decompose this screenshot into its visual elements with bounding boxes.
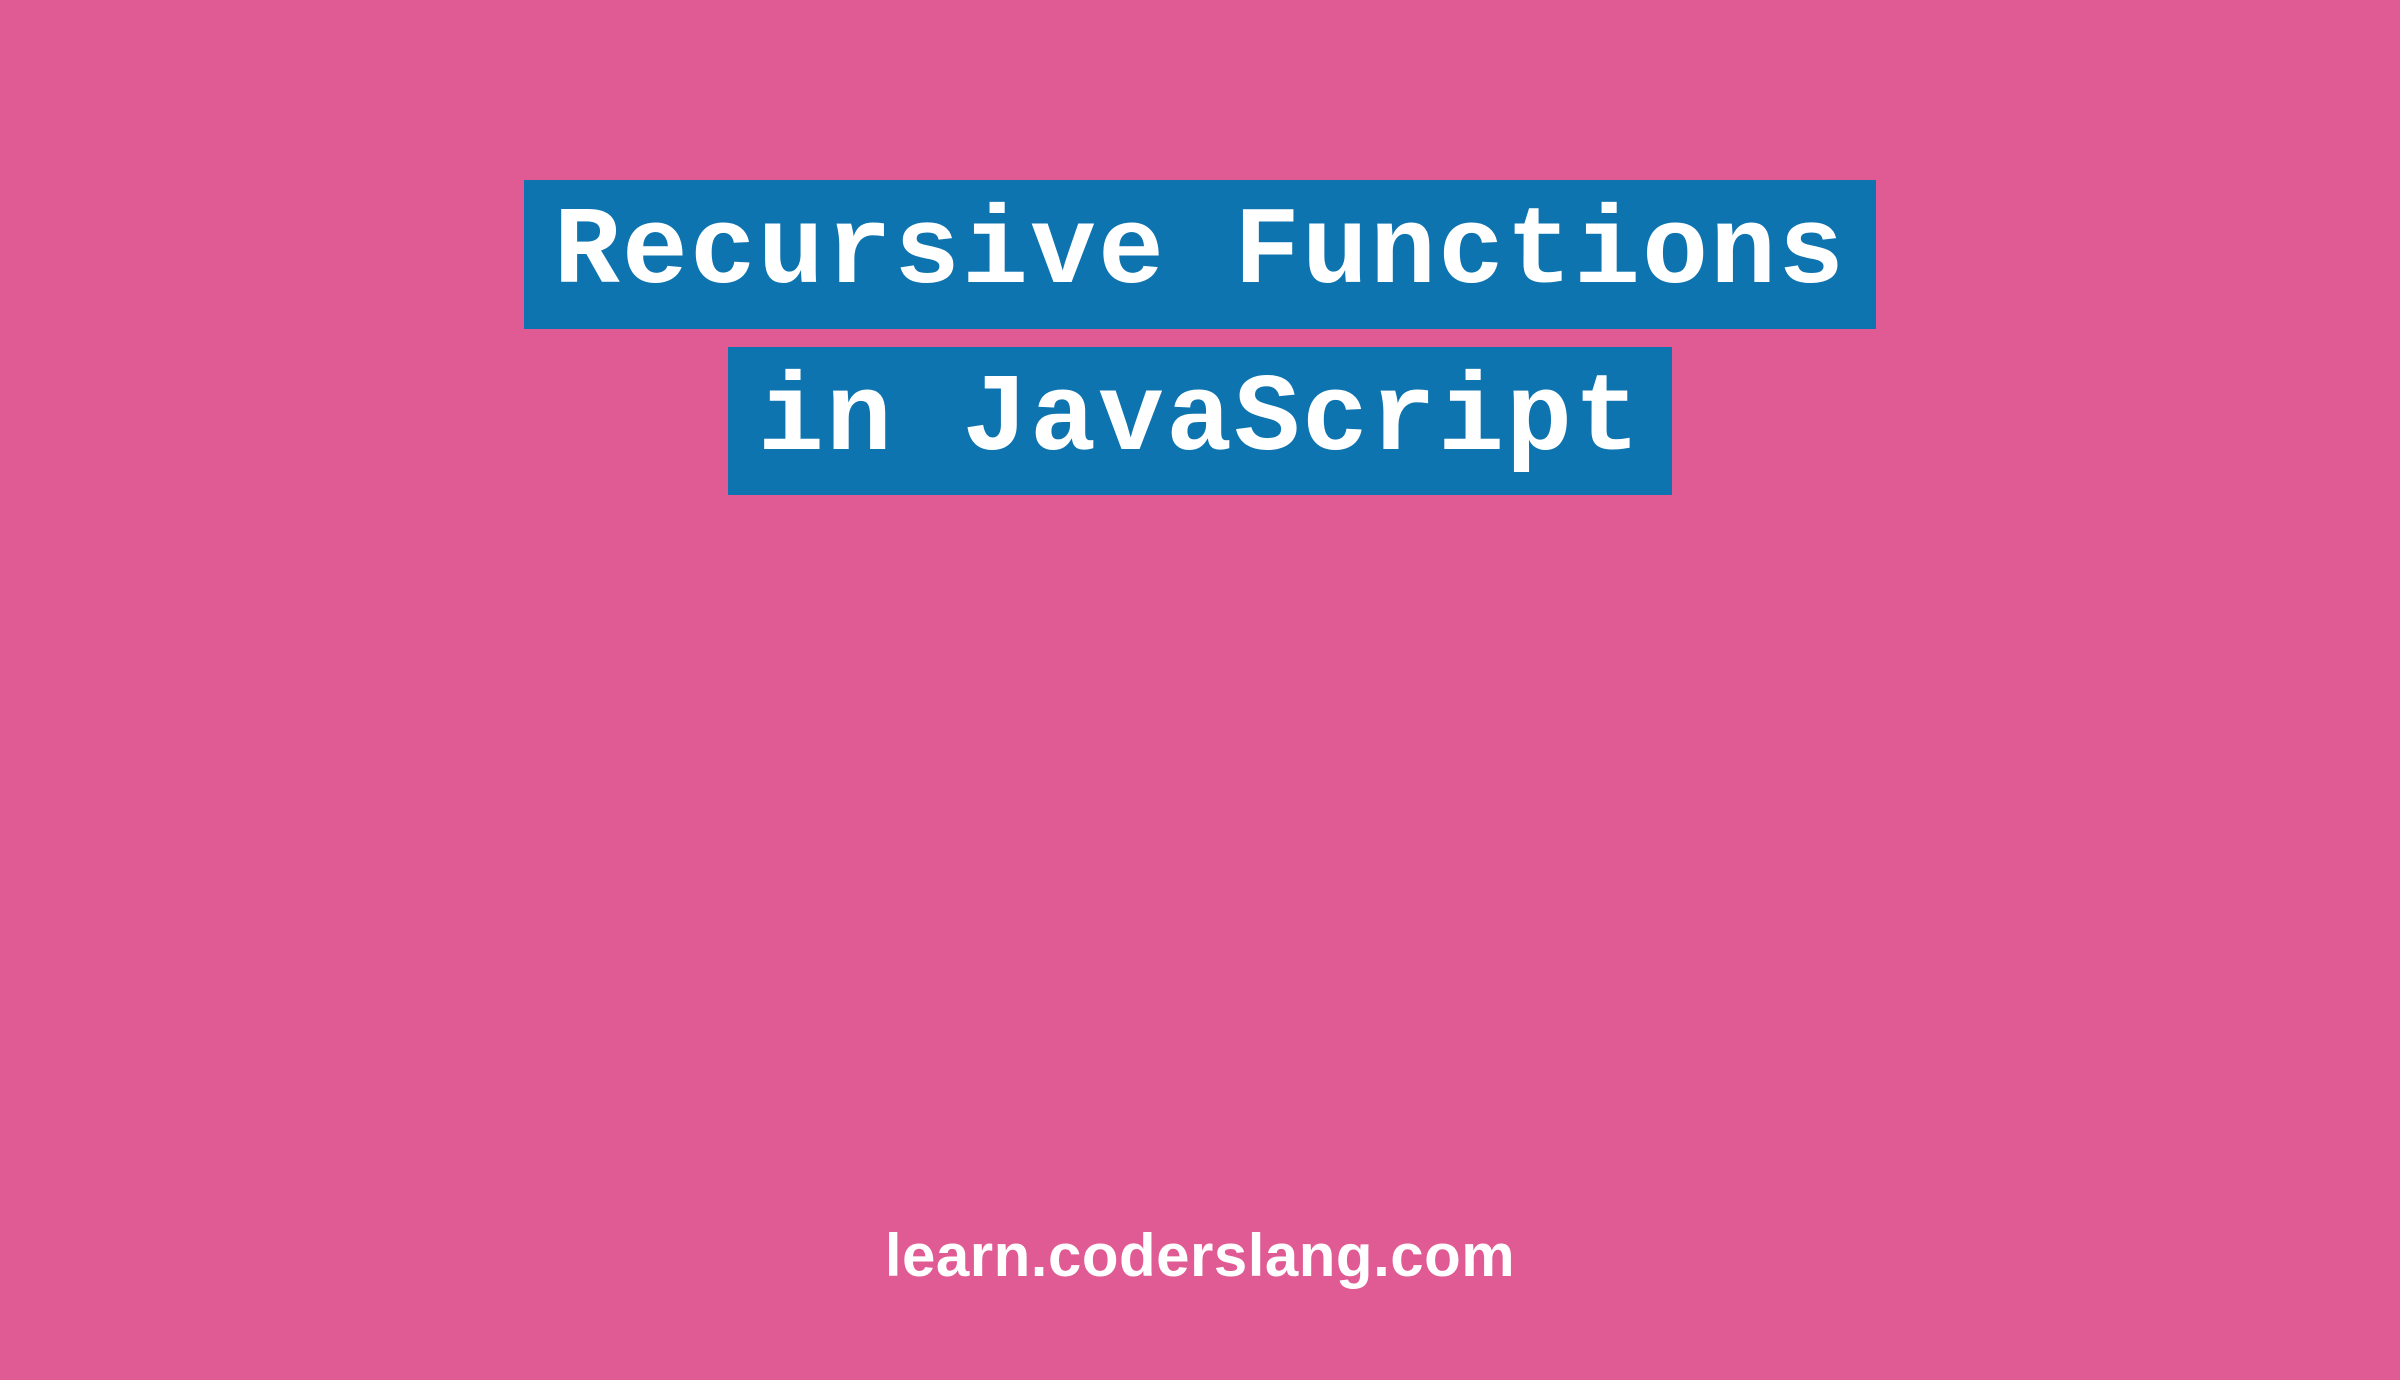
title-line-1: Recursive Functions — [524, 180, 1876, 329]
title-line-2: in JavaScript — [728, 347, 1672, 496]
footer-url: learn.coderslang.com — [0, 1221, 2400, 1290]
title-container: Recursive Functions in JavaScript — [0, 180, 2400, 495]
